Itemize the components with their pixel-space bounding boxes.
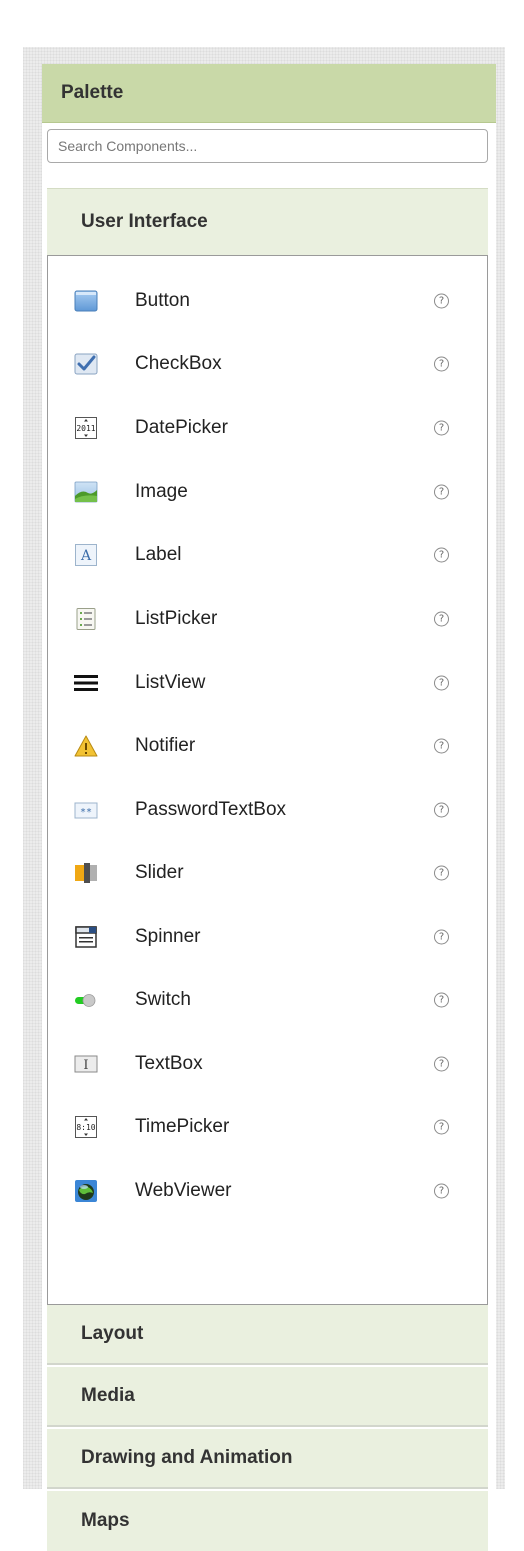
component-label: Button — [135, 290, 190, 311]
component-label: Notifier — [135, 735, 196, 756]
help-icon[interactable]: ? — [434, 547, 449, 563]
datepicker-icon: 2011 — [75, 417, 97, 439]
help-icon[interactable]: ? — [434, 484, 449, 500]
user-interface-component-list: Button ? CheckBox ? 2011 DatePicker ? Im… — [47, 255, 488, 1305]
help-icon[interactable]: ? — [434, 992, 449, 1008]
help-icon[interactable]: ? — [434, 611, 449, 627]
component-label: DatePicker — [135, 417, 228, 438]
drawer-maps[interactable]: Maps — [47, 1491, 488, 1551]
switch-icon — [75, 994, 96, 1007]
component-label: PasswordTextBox — [135, 799, 287, 820]
component-webviewer[interactable]: WebViewer ? — [48, 1159, 487, 1223]
component-passwordtextbox[interactable]: ** PasswordTextBox ? — [48, 778, 487, 842]
help-icon[interactable]: ? — [434, 738, 449, 754]
component-button[interactable]: Button ? — [48, 269, 487, 333]
help-icon[interactable]: ? — [434, 1056, 449, 1072]
button-icon — [74, 290, 98, 312]
help-icon[interactable]: ? — [434, 356, 449, 372]
component-slider[interactable]: Slider ? — [48, 841, 487, 905]
checkbox-icon — [74, 353, 98, 375]
help-icon[interactable]: ? — [434, 1119, 449, 1135]
help-icon[interactable]: ? — [434, 1183, 449, 1199]
component-label: Switch — [135, 989, 191, 1010]
textbox-icon: I — [74, 1055, 98, 1073]
datepicker-icon-text: 2011 — [76, 424, 95, 433]
timepicker-icon-text: 8:10 — [76, 1123, 95, 1132]
help-icon[interactable]: ? — [434, 865, 449, 881]
component-label: Label — [135, 544, 182, 565]
drawer-layout[interactable]: Layout — [47, 1305, 488, 1365]
component-label: Slider — [135, 862, 184, 883]
listview-icon — [74, 675, 98, 691]
password-icon-text: ** — [80, 807, 92, 818]
slider-icon — [75, 863, 97, 883]
component-label: CheckBox — [135, 353, 222, 374]
component-timepicker[interactable]: 8:10 TimePicker ? — [48, 1095, 487, 1159]
textbox-icon-text: I — [83, 1058, 88, 1073]
component-label-item[interactable]: A Label ? — [48, 523, 487, 587]
component-label: WebViewer — [135, 1180, 232, 1201]
drawer-media[interactable]: Media — [47, 1367, 488, 1427]
drawer-drawing-and-animation[interactable]: Drawing and Animation — [47, 1429, 488, 1489]
spinner-icon — [75, 926, 97, 948]
timepicker-icon: 8:10 — [75, 1116, 97, 1138]
listpicker-icon — [76, 608, 96, 630]
component-label: ListPicker — [135, 608, 218, 629]
component-label: TextBox — [135, 1053, 203, 1074]
component-listpicker[interactable]: ListPicker ? — [48, 587, 487, 651]
palette-title: Palette — [42, 64, 496, 123]
drawer-user-interface[interactable]: User Interface — [47, 188, 488, 255]
component-textbox[interactable]: I TextBox ? — [48, 1032, 487, 1096]
help-icon[interactable]: ? — [434, 293, 449, 309]
component-listview[interactable]: ListView ? — [48, 651, 487, 715]
component-checkbox[interactable]: CheckBox ? — [48, 332, 487, 396]
help-icon[interactable]: ? — [434, 802, 449, 818]
component-label: TimePicker — [135, 1116, 230, 1137]
help-icon[interactable]: ? — [434, 929, 449, 945]
webviewer-icon — [75, 1180, 97, 1202]
component-spinner[interactable]: Spinner ? — [48, 905, 487, 969]
component-image[interactable]: Image ? — [48, 460, 487, 524]
label-icon-text: A — [80, 548, 92, 564]
component-notifier[interactable]: Notifier ? — [48, 714, 487, 778]
help-icon[interactable]: ? — [434, 420, 449, 436]
image-icon — [74, 481, 98, 503]
palette-panel: Palette User Interface Button ? CheckBox… — [42, 64, 496, 1551]
component-label: Image — [135, 481, 188, 502]
notifier-icon — [74, 735, 98, 757]
label-icon: A — [75, 544, 97, 566]
component-switch[interactable]: Switch ? — [48, 968, 487, 1032]
passwordtextbox-icon: ** — [74, 802, 98, 819]
search-components-input[interactable] — [47, 129, 488, 163]
help-icon[interactable]: ? — [434, 675, 449, 691]
component-datepicker[interactable]: 2011 DatePicker ? — [48, 396, 487, 460]
component-label: ListView — [135, 672, 206, 693]
component-label: Spinner — [135, 926, 201, 947]
